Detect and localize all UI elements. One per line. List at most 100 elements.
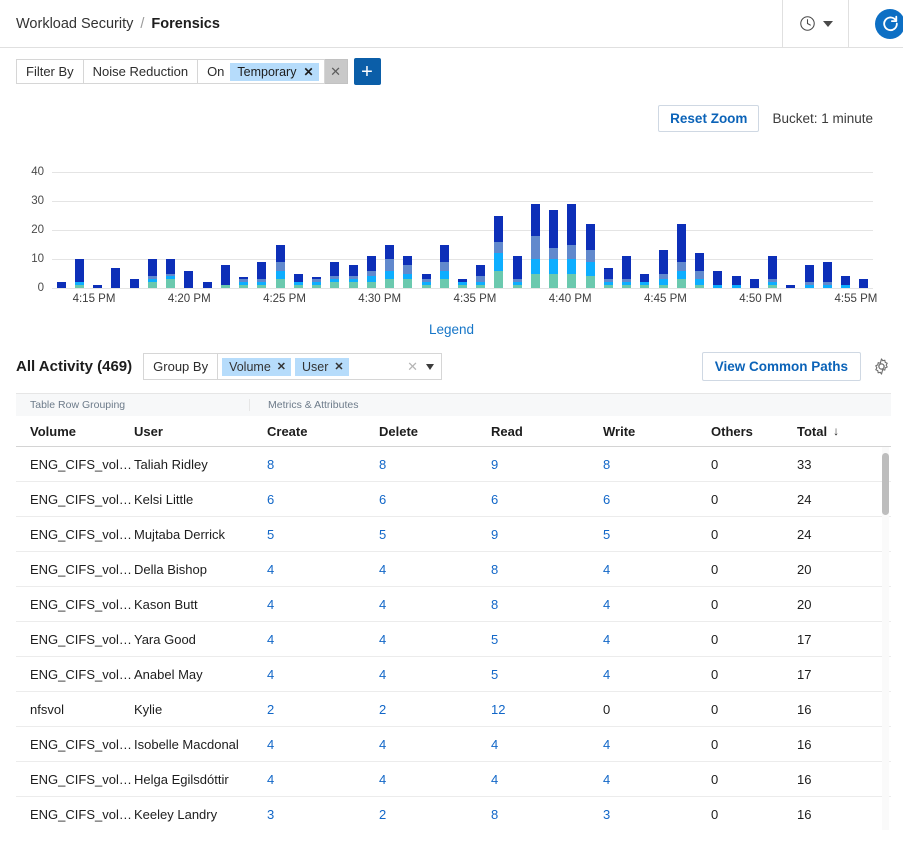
chart-bar[interactable]: [184, 271, 193, 288]
group-by-chip[interactable]: Volume✕: [222, 358, 291, 376]
cell-read[interactable]: 5: [473, 632, 585, 647]
filter-attribute-button[interactable]: Noise Reduction: [84, 59, 198, 84]
cell-delete[interactable]: 4: [361, 632, 473, 647]
cell-write[interactable]: 4: [585, 562, 697, 577]
cell-delete[interactable]: 5: [361, 527, 473, 542]
filter-value-field[interactable]: On Temporary ✕: [198, 59, 324, 84]
table-row[interactable]: ENG_CIFS_vol…Taliah Ridley8898033: [16, 447, 891, 482]
chart-bar[interactable]: [677, 224, 686, 288]
chart-bar[interactable]: [640, 274, 649, 288]
table-row[interactable]: ENG_CIFS_vol…Keeley Landry3283016: [16, 797, 891, 830]
chart-bar[interactable]: [567, 204, 576, 288]
table-row[interactable]: ENG_CIFS_vol…Mujtaba Derrick5595024: [16, 517, 891, 552]
filter-by-button[interactable]: Filter By: [16, 59, 84, 84]
chart-bar[interactable]: [349, 265, 358, 288]
cell-create[interactable]: 2: [249, 702, 361, 717]
cell-write[interactable]: 4: [585, 737, 697, 752]
cell-delete[interactable]: 4: [361, 772, 473, 787]
chart-bar[interactable]: [458, 279, 467, 288]
column-header-user[interactable]: User: [134, 424, 249, 439]
chart-bar[interactable]: [239, 277, 248, 289]
chart-bar[interactable]: [732, 276, 741, 288]
chart-bar[interactable]: [111, 268, 120, 288]
chart-bar[interactable]: [713, 271, 722, 288]
chart-bar[interactable]: [823, 262, 832, 288]
close-icon[interactable]: ✕: [334, 360, 343, 373]
chart-bar[interactable]: [586, 224, 595, 288]
cell-delete[interactable]: 2: [361, 702, 473, 717]
refresh-button[interactable]: [875, 9, 903, 39]
column-header-write[interactable]: Write: [585, 424, 697, 439]
add-filter-button[interactable]: +: [354, 58, 381, 85]
chart-bar[interactable]: [513, 256, 522, 288]
cell-create[interactable]: 3: [249, 807, 361, 822]
clear-groups-icon[interactable]: ✕: [407, 359, 418, 375]
chart-bar[interactable]: [312, 277, 321, 289]
chart-bar[interactable]: [221, 265, 230, 288]
cell-read[interactable]: 8: [473, 807, 585, 822]
gear-icon[interactable]: [872, 357, 891, 376]
column-header-create[interactable]: Create: [249, 424, 361, 439]
column-header-read[interactable]: Read: [473, 424, 585, 439]
cell-read[interactable]: 6: [473, 492, 585, 507]
chart-bar[interactable]: [695, 253, 704, 288]
chart-bar[interactable]: [257, 262, 266, 288]
chevron-down-icon[interactable]: [426, 364, 434, 370]
reset-zoom-button[interactable]: Reset Zoom: [658, 105, 759, 132]
cell-read[interactable]: 9: [473, 457, 585, 472]
chart-bar[interactable]: [859, 279, 868, 288]
table-row[interactable]: ENG_CIFS_vol…Yara Good4454017: [16, 622, 891, 657]
chart-bar[interactable]: [130, 279, 139, 288]
cell-delete[interactable]: 4: [361, 737, 473, 752]
cell-create[interactable]: 4: [249, 667, 361, 682]
cell-create[interactable]: 4: [249, 597, 361, 612]
cell-read[interactable]: 8: [473, 597, 585, 612]
chart-bar[interactable]: [440, 245, 449, 288]
view-common-paths-button[interactable]: View Common Paths: [702, 352, 861, 381]
cell-create[interactable]: 8: [249, 457, 361, 472]
table-row[interactable]: ENG_CIFS_vol…Kason Butt4484020: [16, 587, 891, 622]
chart-bar[interactable]: [385, 245, 394, 288]
column-header-others[interactable]: Others: [697, 424, 785, 439]
chart-bar[interactable]: [367, 256, 376, 288]
cell-delete[interactable]: 8: [361, 457, 473, 472]
chart-bar[interactable]: [622, 256, 631, 288]
cell-read[interactable]: 9: [473, 527, 585, 542]
cell-read[interactable]: 4: [473, 737, 585, 752]
chart-bar[interactable]: [476, 265, 485, 288]
table-row[interactable]: ENG_CIFS_vol…Isobelle Macdonal4444016: [16, 727, 891, 762]
legend-toggle[interactable]: Legend: [0, 322, 903, 337]
filter-clear-button[interactable]: ✕: [325, 59, 348, 84]
cell-write[interactable]: 3: [585, 807, 697, 822]
chart-bar[interactable]: [768, 256, 777, 288]
group-by-input[interactable]: Volume✕User✕ ✕: [217, 353, 442, 380]
cell-create[interactable]: 4: [249, 772, 361, 787]
cell-create[interactable]: 6: [249, 492, 361, 507]
cell-delete[interactable]: 4: [361, 597, 473, 612]
chart-bar[interactable]: [659, 250, 668, 288]
chart-bar[interactable]: [276, 245, 285, 288]
table-row[interactable]: ENG_CIFS_vol…Helga Egilsdóttir4444016: [16, 762, 891, 797]
cell-create[interactable]: 4: [249, 562, 361, 577]
chart-bar[interactable]: [750, 279, 759, 288]
filter-value-chip[interactable]: Temporary ✕: [230, 63, 318, 81]
chart-bar[interactable]: [403, 256, 412, 288]
table-row[interactable]: ENG_CIFS_vol…Della Bishop4484020: [16, 552, 891, 587]
chart-bar[interactable]: [422, 274, 431, 288]
cell-write[interactable]: 8: [585, 457, 697, 472]
cell-write[interactable]: 6: [585, 492, 697, 507]
cell-delete[interactable]: 4: [361, 562, 473, 577]
chart-bar[interactable]: [75, 259, 84, 288]
scrollbar-thumb[interactable]: [882, 453, 889, 515]
table-row[interactable]: ENG_CIFS_vol…Kelsi Little6666024: [16, 482, 891, 517]
chart-bar[interactable]: [330, 262, 339, 288]
cell-create[interactable]: 5: [249, 527, 361, 542]
cell-write[interactable]: 4: [585, 632, 697, 647]
column-header-volume[interactable]: Volume: [16, 424, 134, 439]
cell-write[interactable]: 4: [585, 597, 697, 612]
cell-create[interactable]: 4: [249, 632, 361, 647]
cell-write[interactable]: 4: [585, 772, 697, 787]
chart-bar[interactable]: [494, 216, 503, 288]
cell-read[interactable]: 12: [473, 702, 585, 717]
cell-create[interactable]: 4: [249, 737, 361, 752]
